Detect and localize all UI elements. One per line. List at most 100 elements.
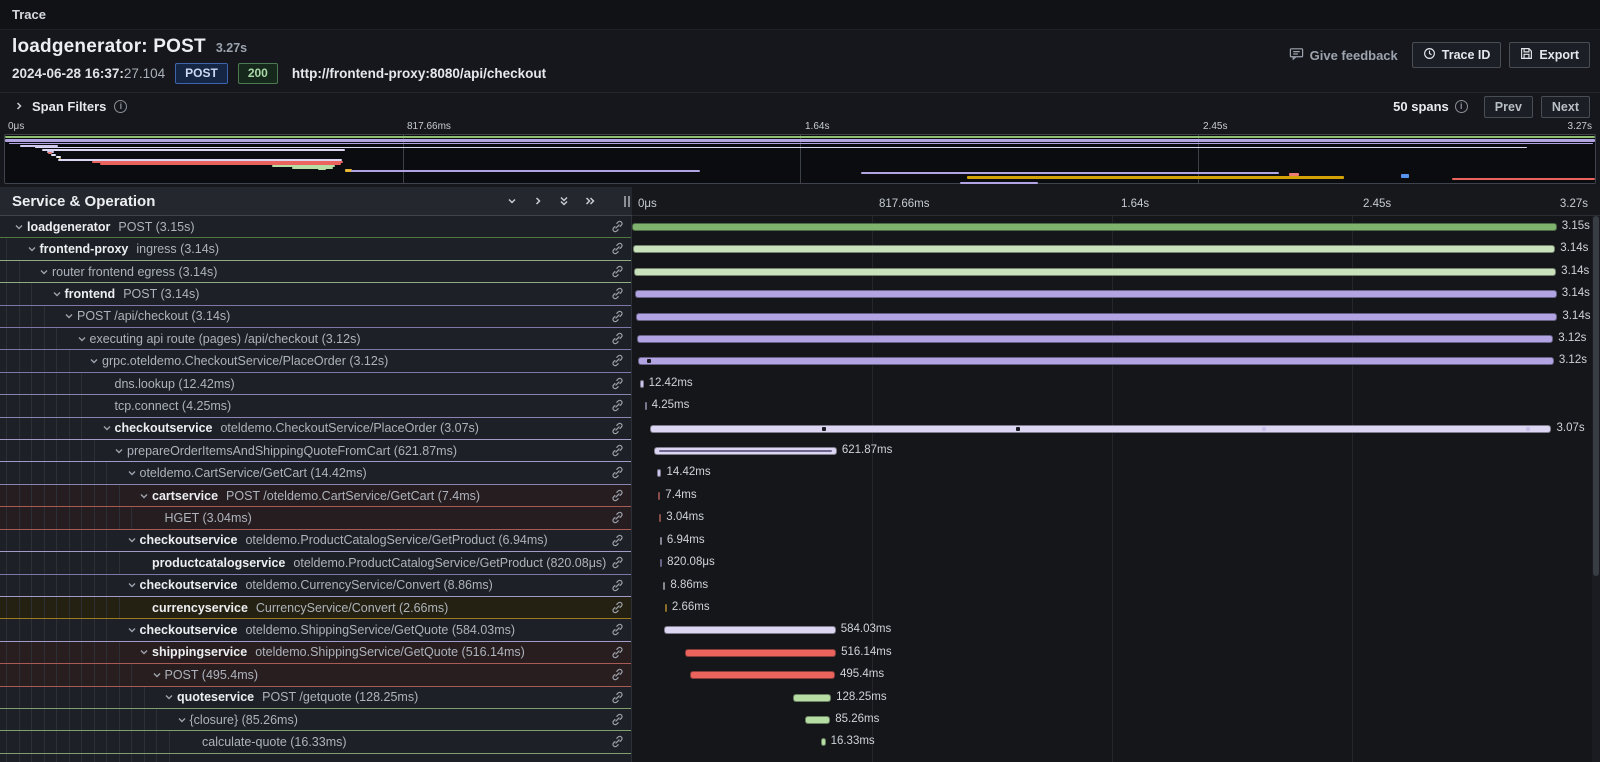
- span-row[interactable]: loadgeneratorPOST (3.15s)3.15s: [0, 216, 1600, 238]
- span-bar[interactable]: [793, 694, 831, 702]
- span-bar[interactable]: [658, 492, 660, 500]
- span-row[interactable]: productcatalogserviceoteldemo.ProductCat…: [0, 552, 1600, 574]
- span-row[interactable]: HGET (3.04ms)3.04ms: [0, 507, 1600, 529]
- export-button[interactable]: Export: [1509, 42, 1590, 68]
- span-name-cell[interactable]: checkoutserviceoteldemo.ProductCatalogSe…: [0, 530, 632, 552]
- collapse-chevron-icon[interactable]: [52, 289, 65, 299]
- span-row[interactable]: checkoutserviceoteldemo.CheckoutService/…: [0, 418, 1600, 440]
- span-row[interactable]: oteldemo.CartService/GetCart (14.42ms)14…: [0, 462, 1600, 484]
- span-bar[interactable]: [660, 537, 662, 545]
- span-link-icon[interactable]: [610, 309, 625, 328]
- span-bar[interactable]: [805, 716, 830, 724]
- span-bar[interactable]: [637, 335, 1553, 343]
- span-link-icon[interactable]: [610, 622, 625, 641]
- expand-all-icon[interactable]: [584, 195, 596, 207]
- span-bar[interactable]: [659, 514, 661, 522]
- span-link-icon[interactable]: [610, 421, 625, 440]
- span-name-cell[interactable]: frontendPOST (3.14s): [0, 283, 632, 305]
- span-link-icon[interactable]: [610, 488, 625, 507]
- minimap-viewport[interactable]: [4, 134, 1596, 184]
- collapse-chevron-icon[interactable]: [127, 468, 140, 478]
- span-name-cell[interactable]: checkoutserviceoteldemo.CheckoutService/…: [0, 418, 632, 440]
- span-name-cell[interactable]: frontend-proxyingress (3.14s): [0, 238, 632, 260]
- trace-id-button[interactable]: Trace ID: [1412, 42, 1502, 68]
- span-link-icon[interactable]: [610, 219, 625, 238]
- span-row[interactable]: checkoutserviceoteldemo.CurrencyService/…: [0, 575, 1600, 597]
- span-name-cell[interactable]: currencyserviceCurrencyService/Convert (…: [0, 597, 632, 619]
- span-row[interactable]: grpc.oteldemo.CheckoutService/PlaceOrder…: [0, 350, 1600, 372]
- span-row[interactable]: currencyserviceCurrencyService/Convert (…: [0, 597, 1600, 619]
- span-name-cell[interactable]: cartservicePOST /oteldemo.CartService/Ge…: [0, 485, 632, 507]
- span-link-icon[interactable]: [610, 578, 625, 597]
- span-name-cell[interactable]: tcp.connect (4.25ms): [0, 395, 632, 417]
- span-bar[interactable]: [821, 738, 826, 746]
- span-link-icon[interactable]: [610, 264, 625, 283]
- span-link-icon[interactable]: [610, 286, 625, 305]
- span-link-icon[interactable]: [610, 734, 625, 753]
- span-row[interactable]: checkoutserviceoteldemo.ShippingService/…: [0, 619, 1600, 641]
- span-row[interactable]: executing api route (pages) /api/checkou…: [0, 328, 1600, 350]
- collapse-chevron-icon[interactable]: [139, 647, 152, 657]
- span-name-cell[interactable]: HGET (3.04ms): [0, 507, 632, 529]
- collapse-chevron-icon[interactable]: [164, 692, 177, 702]
- span-link-icon[interactable]: [610, 690, 625, 709]
- collapse-chevron-icon[interactable]: [89, 356, 102, 366]
- collapse-chevron-icon[interactable]: [39, 267, 52, 277]
- scrollbar-thumb[interactable]: [1593, 216, 1599, 576]
- span-link-icon[interactable]: [610, 712, 625, 731]
- collapse-chevron-icon[interactable]: [152, 670, 165, 680]
- collapse-chevron-icon[interactable]: [177, 715, 190, 725]
- span-row[interactable]: tcp.connect (4.25ms)4.25ms: [0, 395, 1600, 417]
- span-bar[interactable]: [640, 380, 644, 388]
- collapse-chevron-icon[interactable]: [77, 334, 90, 344]
- span-name-cell[interactable]: checkoutserviceoteldemo.CurrencyService/…: [0, 575, 632, 597]
- span-row[interactable]: POST (495.4ms)495.4ms: [0, 664, 1600, 686]
- collapse-chevron-icon[interactable]: [114, 446, 127, 456]
- span-bar[interactable]: [664, 626, 835, 634]
- span-bar[interactable]: [635, 290, 1557, 298]
- span-row[interactable]: frontendPOST (3.14s)3.14s: [0, 283, 1600, 305]
- span-bar[interactable]: [690, 671, 835, 679]
- span-row[interactable]: checkoutserviceoteldemo.ProductCatalogSe…: [0, 530, 1600, 552]
- span-bar[interactable]: [633, 245, 1555, 253]
- span-bar[interactable]: [636, 313, 1558, 321]
- collapse-chevron-icon[interactable]: [139, 491, 152, 501]
- span-row[interactable]: frontend-proxyingress (3.14s)3.14s: [0, 238, 1600, 260]
- span-bar[interactable]: [665, 604, 667, 612]
- span-name-cell[interactable]: quoteservicePOST /getquote (128.25ms): [0, 687, 632, 709]
- span-filters-toggle[interactable]: Span Filters i: [14, 98, 127, 116]
- span-row[interactable]: {closure} (85.26ms)85.26ms: [0, 709, 1600, 731]
- span-row[interactable]: quoteservicePOST /getquote (128.25ms)128…: [0, 687, 1600, 709]
- span-row[interactable]: router frontend egress (3.14s)3.14s: [0, 261, 1600, 283]
- span-bar[interactable]: [650, 425, 1551, 433]
- span-row[interactable]: prepareOrderItemsAndShippingQuoteFromCar…: [0, 440, 1600, 462]
- span-link-icon[interactable]: [610, 331, 625, 350]
- span-bar[interactable]: [645, 402, 647, 410]
- span-name-cell[interactable]: prepareOrderItemsAndShippingQuoteFromCar…: [0, 440, 632, 462]
- span-name-cell[interactable]: productcatalogserviceoteldemo.ProductCat…: [0, 552, 632, 574]
- next-span-button[interactable]: Next: [1541, 96, 1590, 118]
- collapse-chevron-icon[interactable]: [127, 625, 140, 635]
- span-bar[interactable]: [660, 559, 662, 567]
- collapse-chevron-icon[interactable]: [14, 222, 27, 232]
- span-link-icon[interactable]: [610, 398, 625, 417]
- span-name-cell[interactable]: oteldemo.CartService/GetCart (14.42ms): [0, 462, 632, 484]
- span-bar[interactable]: [685, 649, 837, 657]
- collapse-chevron-icon[interactable]: [127, 580, 140, 590]
- span-row[interactable]: dns.lookup (12.42ms)12.42ms: [0, 373, 1600, 395]
- span-name-cell[interactable]: shippingserviceoteldemo.ShippingService/…: [0, 642, 632, 664]
- span-link-icon[interactable]: [610, 241, 625, 260]
- span-row[interactable]: shippingserviceoteldemo.ShippingService/…: [0, 642, 1600, 664]
- span-name-cell[interactable]: {closure} (85.26ms): [0, 709, 632, 731]
- span-link-icon[interactable]: [610, 667, 625, 686]
- span-name-cell[interactable]: POST /api/checkout (3.14s): [0, 306, 632, 328]
- span-link-icon[interactable]: [610, 465, 625, 484]
- span-name-cell[interactable]: POST (495.4ms): [0, 664, 632, 686]
- span-name-cell[interactable]: checkoutserviceoteldemo.ShippingService/…: [0, 619, 632, 641]
- span-link-icon[interactable]: [610, 600, 625, 619]
- span-row[interactable]: POST /api/checkout (3.14s)3.14s: [0, 306, 1600, 328]
- span-bar[interactable]: [654, 447, 837, 455]
- span-link-icon[interactable]: [610, 443, 625, 462]
- span-name-cell[interactable]: executing api route (pages) /api/checkou…: [0, 328, 632, 350]
- collapse-chevron-icon[interactable]: [27, 244, 40, 254]
